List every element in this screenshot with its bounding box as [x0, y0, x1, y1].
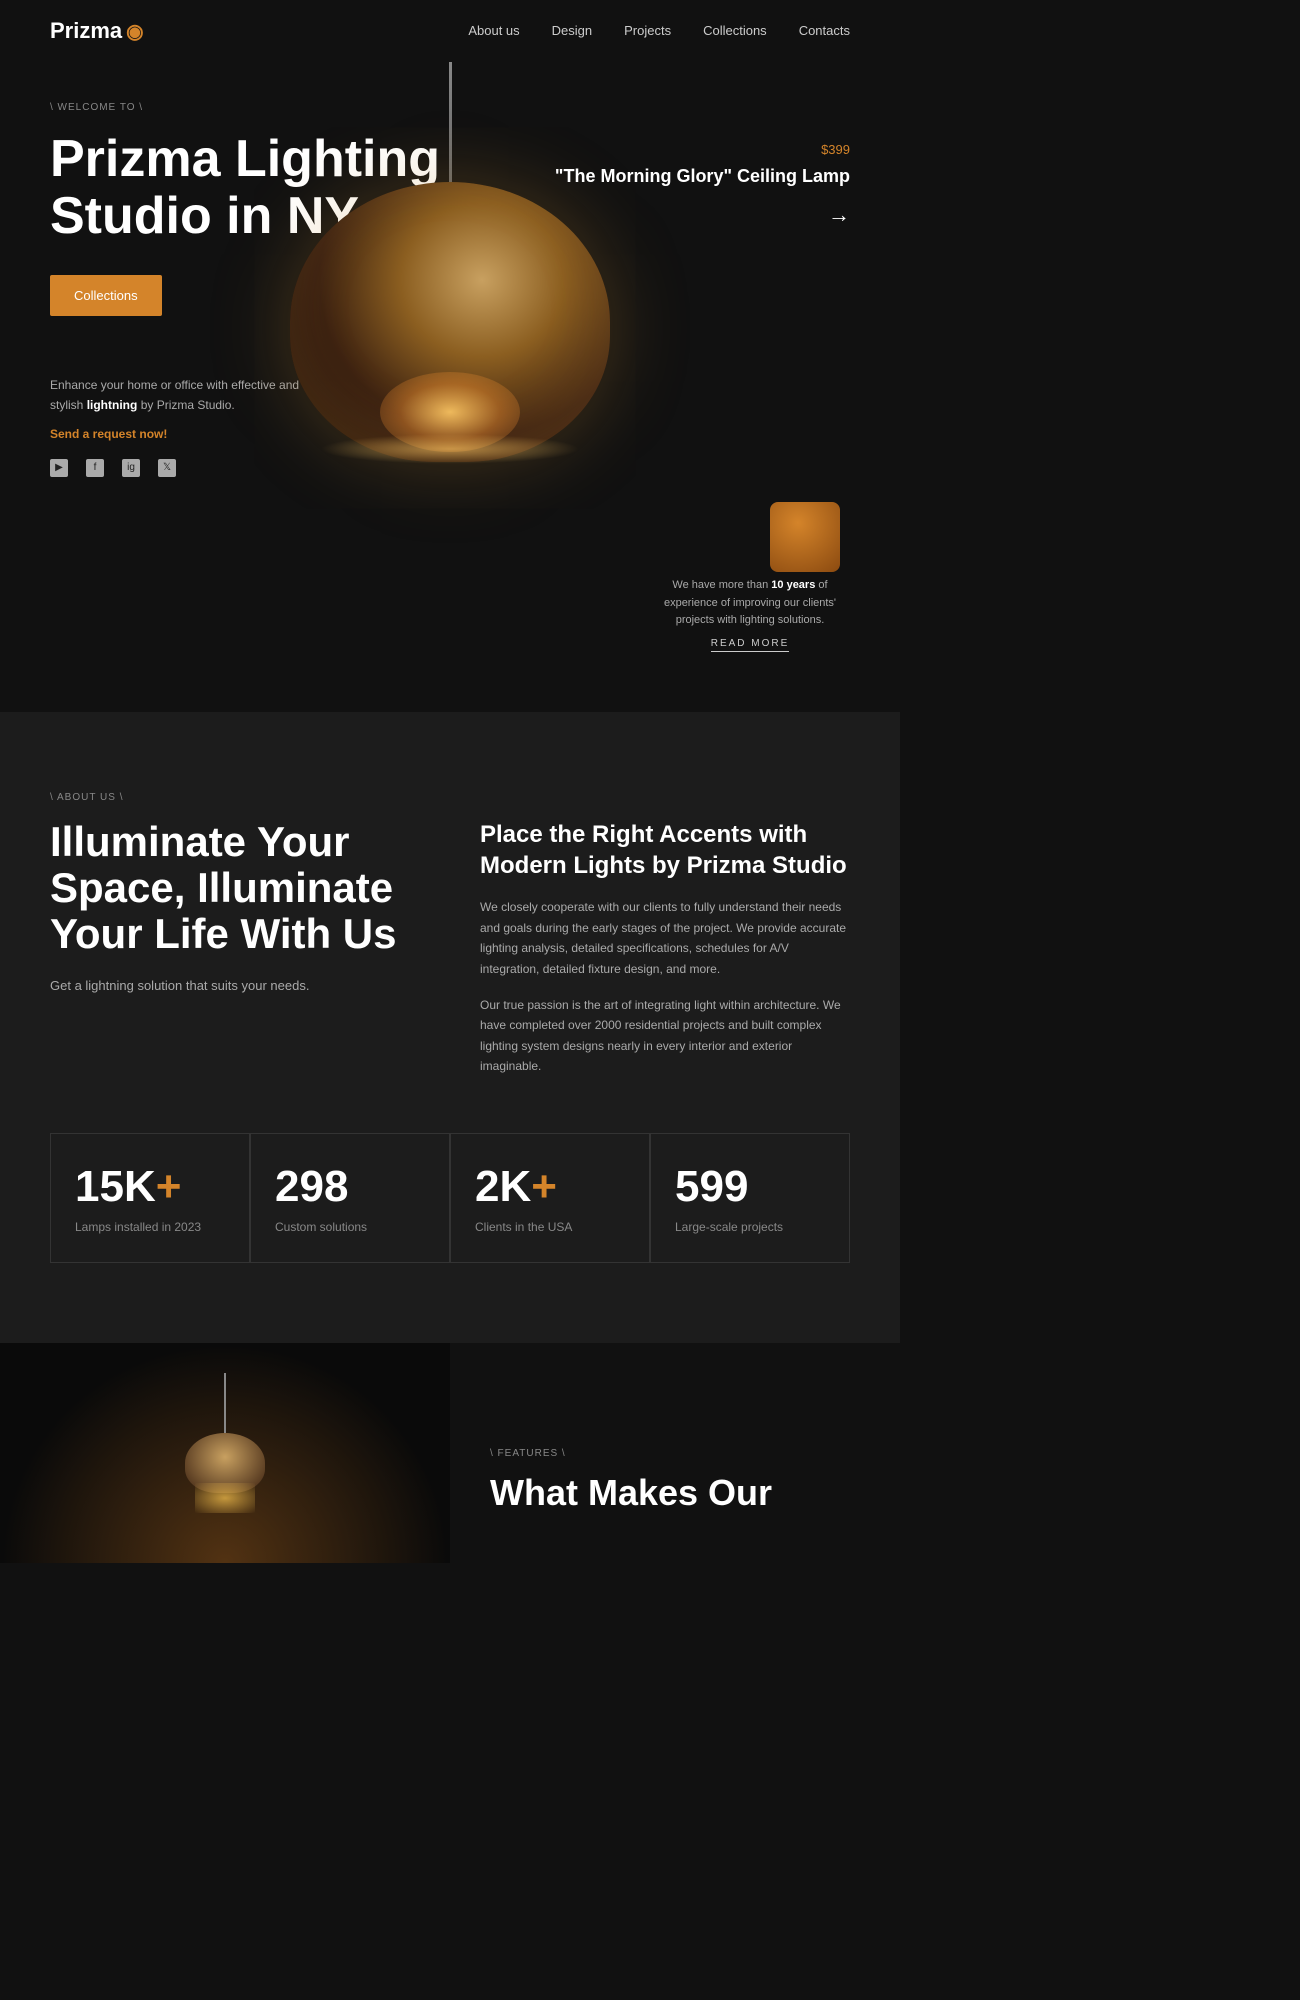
- stat-clients: 2K+ Clients in the USA: [450, 1133, 650, 1263]
- nav-contacts[interactable]: Contacts: [799, 23, 850, 38]
- stat-lamps-number: 15K+: [75, 1162, 225, 1212]
- navbar: Prizma ◉ About us Design Projects Collec…: [0, 0, 900, 62]
- twitter-icon[interactable]: 𝕏: [158, 459, 176, 477]
- features-image-side: [0, 1343, 450, 1563]
- nav-collections[interactable]: Collections: [703, 23, 767, 38]
- logo-icon: ◉: [126, 19, 143, 44]
- about-label: \ ABOUT US \: [50, 792, 850, 803]
- lamp-cord: [449, 62, 452, 182]
- nav-design[interactable]: Design: [552, 23, 592, 38]
- stat-projects-number: 599: [675, 1162, 825, 1212]
- logo-text: Prizma: [50, 18, 122, 44]
- about-section: \ ABOUT US \ Illuminate Your Space, Illu…: [0, 712, 900, 1343]
- about-text-1: We closely cooperate with our clients to…: [480, 897, 850, 979]
- logo[interactable]: Prizma ◉: [50, 18, 144, 44]
- stat-projects: 599 Large-scale projects: [650, 1133, 850, 1263]
- about-right-title: Place the Right Accents with Modern Ligh…: [480, 819, 850, 881]
- hero-desc-bold: lightning: [87, 398, 138, 412]
- hero-experience-text: We have more than 10 years of experience…: [650, 577, 850, 630]
- hero-product-name: "The Morning Glory" Ceiling Lamp: [555, 165, 850, 188]
- features-title: What Makes Our: [490, 1473, 860, 1513]
- stat-lamps-label: Lamps installed in 2023: [75, 1220, 225, 1234]
- collections-button[interactable]: Collections: [50, 275, 162, 316]
- stat-clients-number: 2K+: [475, 1162, 625, 1212]
- lamp-glow: [380, 372, 520, 452]
- hero-product-info: $399 "The Morning Glory" Ceiling Lamp →: [555, 142, 850, 228]
- hero-lamp-thumbnail: [770, 502, 850, 582]
- stat-custom-number: 298: [275, 1162, 425, 1212]
- features-section: \ FEATURES \ What Makes Our: [0, 1343, 900, 1563]
- stat-projects-label: Large-scale projects: [675, 1220, 825, 1234]
- ceiling-lamp-glow: [195, 1483, 255, 1513]
- hero-experience-block: We have more than 10 years of experience…: [650, 577, 850, 652]
- ceiling-lamp-cord: [224, 1373, 226, 1433]
- thumb-lamp-image: [770, 502, 840, 572]
- hero-price: $399: [555, 142, 850, 157]
- hero-experience-bold: 10 years: [771, 579, 815, 591]
- about-grid: Illuminate Your Space, Illuminate Your L…: [50, 819, 850, 1093]
- hero-section: \ WELCOME TO \ Prizma Lighting Studio in…: [0, 62, 900, 712]
- features-label: \ FEATURES \: [490, 1448, 860, 1459]
- stat-clients-label: Clients in the USA: [475, 1220, 625, 1234]
- hero-arrow[interactable]: →: [555, 202, 850, 228]
- facebook-icon[interactable]: f: [86, 459, 104, 477]
- about-left: Illuminate Your Space, Illuminate Your L…: [50, 819, 420, 993]
- youtube-icon[interactable]: ▶: [50, 459, 68, 477]
- about-right: Place the Right Accents with Modern Ligh…: [480, 819, 850, 1093]
- stat-lamps: 15K+ Lamps installed in 2023: [50, 1133, 250, 1263]
- hero-desc-suffix: by Prizma Studio.: [141, 398, 235, 412]
- stat-custom: 298 Custom solutions: [250, 1133, 450, 1263]
- about-title: Illuminate Your Space, Illuminate Your L…: [50, 819, 420, 958]
- nav-links: About us Design Projects Collections Con…: [468, 22, 850, 40]
- stat-custom-label: Custom solutions: [275, 1220, 425, 1234]
- instagram-icon[interactable]: ig: [122, 459, 140, 477]
- read-more-link[interactable]: READ MORE: [711, 638, 790, 652]
- about-subtitle: Get a lightning solution that suits your…: [50, 978, 420, 993]
- ceiling-lamp-decoration: [185, 1373, 265, 1513]
- features-text-side: \ FEATURES \ What Makes Our: [450, 1343, 900, 1563]
- about-text-2: Our true passion is the art of integrati…: [480, 995, 850, 1077]
- nav-about[interactable]: About us: [468, 23, 519, 38]
- stats-grid: 15K+ Lamps installed in 2023 298 Custom …: [50, 1133, 850, 1263]
- nav-projects[interactable]: Projects: [624, 23, 671, 38]
